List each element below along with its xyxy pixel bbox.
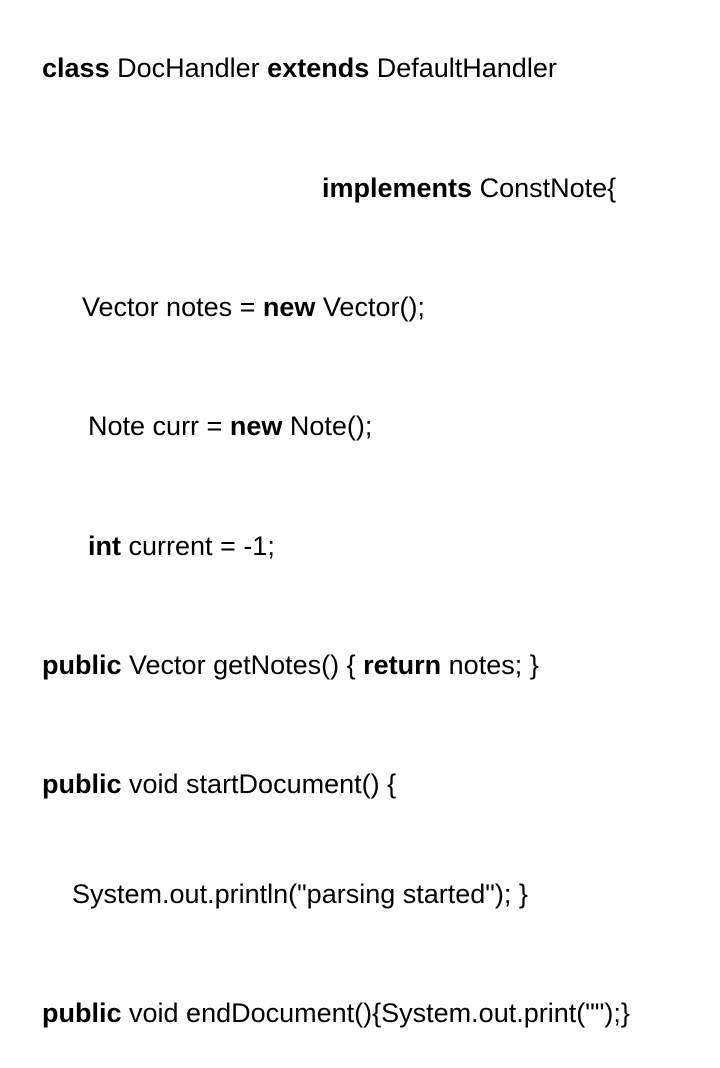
code-line-2: implements ConstNote{ [12, 133, 708, 242]
code-line-8: public void endDocument(){System.out.pri… [12, 959, 708, 1068]
code-text: ConstNote{ [472, 173, 616, 203]
keyword-implements: implements [322, 173, 472, 203]
code-text: System.out.println("parsing started"); } [72, 879, 528, 909]
code-line-7b: System.out.println("parsing started"); } [12, 839, 708, 948]
code-line-7a: public void startDocument() { [12, 730, 708, 839]
code-text: void endDocument(){System.out.print("");… [122, 998, 630, 1028]
code-text: current = -1; [121, 531, 275, 561]
code-text: notes; } [441, 650, 539, 680]
keyword-class: class [42, 53, 110, 83]
code-text: DocHandler [110, 53, 268, 83]
keyword-int: int [88, 531, 121, 561]
keyword-new: new [263, 292, 316, 322]
code-text: DefaultHandler [369, 53, 557, 83]
code-line-5: int current = -1; [12, 491, 708, 600]
code-text: Vector notes = [82, 292, 263, 322]
code-text: Note curr = [88, 411, 230, 441]
code-line-3: Vector notes = new Vector(); [12, 253, 708, 362]
code-line-4: Note curr = new Note(); [12, 372, 708, 481]
code-text: Vector getNotes() { [122, 650, 364, 680]
keyword-return: return [363, 650, 441, 680]
code-text: Note(); [282, 411, 372, 441]
keyword-new: new [230, 411, 283, 441]
keyword-public: public [42, 650, 122, 680]
code-line-6: public Vector getNotes() { return notes;… [12, 611, 708, 720]
code-slide: class DocHandler extends DefaultHandler … [0, 0, 720, 1068]
code-text: Vector(); [315, 292, 425, 322]
keyword-extends: extends [267, 53, 369, 83]
code-line-1: class DocHandler extends DefaultHandler [12, 14, 708, 123]
code-text: void startDocument() { [122, 769, 397, 799]
keyword-public: public [42, 998, 122, 1028]
keyword-public: public [42, 769, 122, 799]
